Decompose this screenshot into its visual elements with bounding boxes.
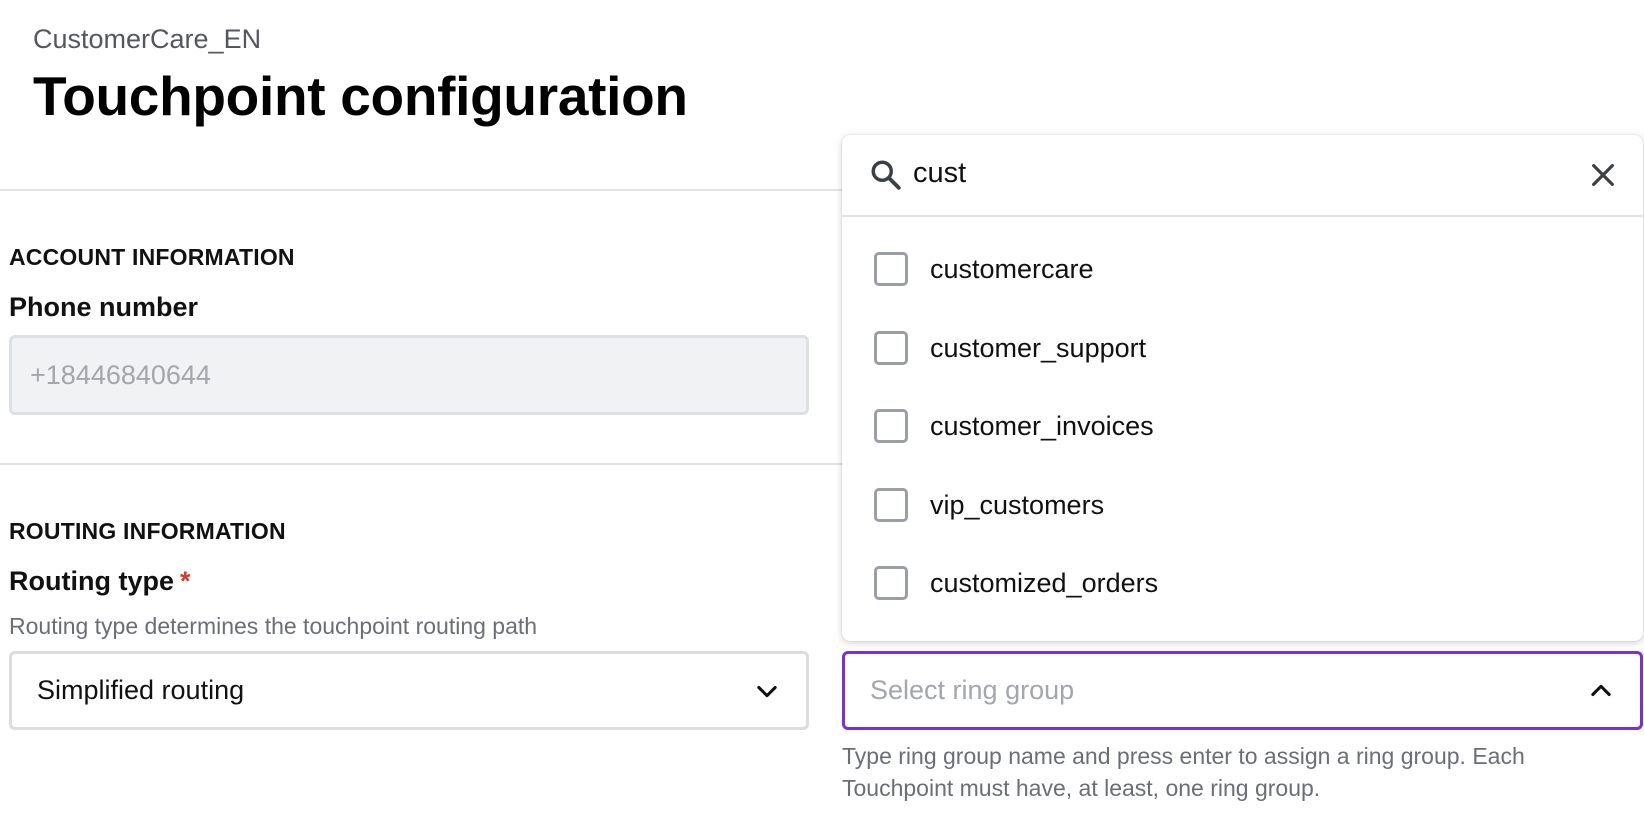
option-checkbox[interactable] — [874, 566, 908, 600]
chevron-up-icon[interactable] — [1587, 677, 1615, 705]
routing-section-heading: ROUTING INFORMATION — [9, 518, 286, 544]
ring-group-placeholder: Select ring group — [870, 675, 1075, 705]
phone-number-field: +18446840644 — [9, 335, 809, 415]
option-label: customercare — [930, 253, 1094, 284]
dropdown-search-row[interactable]: cust — [842, 135, 1643, 217]
search-icon — [868, 157, 904, 193]
option-checkbox[interactable] — [874, 488, 908, 522]
phone-number-label: Phone number — [9, 292, 199, 322]
divider-middle — [0, 463, 842, 465]
required-marker: * — [179, 566, 191, 596]
routing-type-help: Routing type determines the touchpoint r… — [9, 613, 538, 639]
option-checkbox[interactable] — [874, 331, 908, 365]
ring-group-select[interactable]: Select ring group — [842, 651, 1643, 730]
ring-group-option[interactable]: vip_customers — [842, 470, 1643, 540]
ring-group-option[interactable]: customercare — [842, 234, 1643, 304]
routing-type-select[interactable]: Simplified routing — [9, 651, 809, 730]
close-icon[interactable] — [1587, 159, 1619, 191]
page-title: Touchpoint configuration — [33, 65, 688, 127]
chevron-down-icon — [753, 677, 781, 705]
search-input[interactable]: cust — [913, 157, 966, 190]
routing-type-label-text: Routing type — [9, 566, 174, 596]
option-label: customized_orders — [930, 567, 1159, 598]
routing-type-label: Routing type * — [9, 566, 191, 597]
ring-group-option[interactable]: customized_orders — [842, 548, 1643, 618]
ring-group-dropdown: cust customercare customer_support custo… — [842, 135, 1643, 641]
ring-group-option[interactable]: customer_support — [842, 313, 1643, 383]
ring-group-option[interactable]: customer_invoices — [842, 391, 1643, 461]
ring-group-help: Type ring group name and press enter to … — [842, 743, 1525, 801]
option-label: vip_customers — [930, 489, 1105, 520]
divider-top — [0, 189, 842, 191]
option-label: customer_invoices — [930, 410, 1154, 441]
account-section-heading: ACCOUNT INFORMATION — [9, 244, 295, 270]
routing-type-value: Simplified routing — [37, 675, 245, 705]
option-checkbox[interactable] — [874, 252, 908, 286]
option-label: customer_support — [930, 332, 1147, 363]
breadcrumb: CustomerCare_EN — [33, 24, 262, 54]
phone-number-value: +18446840644 — [30, 359, 211, 390]
option-checkbox[interactable] — [874, 409, 908, 443]
